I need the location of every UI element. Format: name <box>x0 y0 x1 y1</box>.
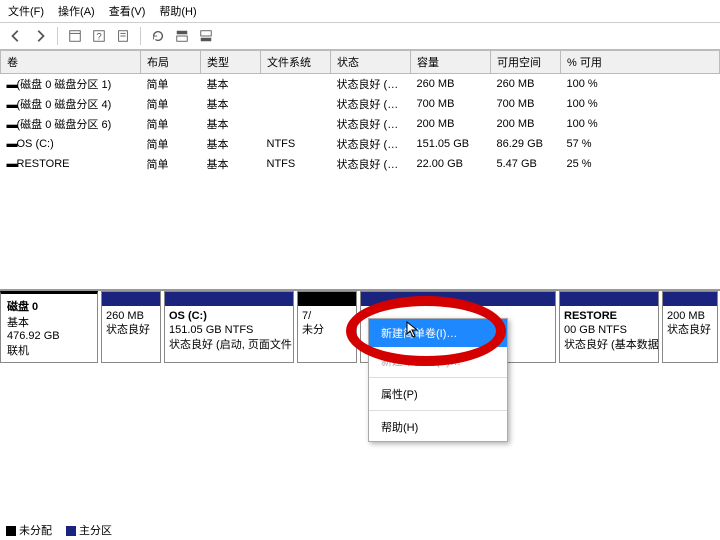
menu-view[interactable]: 查看(V) <box>109 3 146 19</box>
help-icon[interactable]: ? <box>89 26 109 46</box>
ctx-new-simple-volume[interactable]: 新建简单卷(I)… <box>369 319 507 347</box>
col-fs[interactable]: 文件系统 <box>261 51 331 74</box>
volume-table: 卷 布局 类型 文件系统 状态 容量 可用空间 % 可用 ▬(磁盘 0 磁盘分区… <box>0 50 720 174</box>
table-row[interactable]: ▬OS (C:)简单基本NTFS状态良好 (…151.05 GB86.29 GB… <box>1 134 720 154</box>
col-layout[interactable]: 布局 <box>141 51 201 74</box>
partition-block[interactable]: 200 MB状态良好 <box>662 291 718 363</box>
table-row[interactable]: ▬RESTORE简单基本NTFS状态良好 (…22.00 GB5.47 GB25… <box>1 154 720 174</box>
disk-row: 磁盘 0 基本 476.92 GB 联机 260 MB状态良好OS (C:)15… <box>0 291 720 363</box>
separator <box>57 27 58 45</box>
col-volume[interactable]: 卷 <box>1 51 141 74</box>
table-row[interactable]: ▬(磁盘 0 磁盘分区 4)简单基本状态良好 (…700 MB700 MB100… <box>1 94 720 114</box>
partition-block[interactable]: 7/未分 <box>297 291 357 363</box>
col-type[interactable]: 类型 <box>201 51 261 74</box>
view-icon[interactable] <box>65 26 85 46</box>
table-row[interactable]: ▬(磁盘 0 磁盘分区 1)简单基本状态良好 (…260 MB260 MB100… <box>1 74 720 95</box>
disk-status: 联机 <box>7 342 91 358</box>
separator <box>140 27 141 45</box>
ctx-help[interactable]: 帮助(H) <box>369 413 507 441</box>
legend-unallocated: 未分配 <box>6 522 52 538</box>
col-free[interactable]: 可用空间 <box>491 51 561 74</box>
swatch-blue-icon <box>66 526 76 536</box>
menu-action[interactable]: 操作(A) <box>58 3 95 19</box>
list-bottom-icon[interactable] <box>196 26 216 46</box>
ctx-separator <box>369 377 507 378</box>
toolbar: ? <box>0 23 720 50</box>
refresh-icon[interactable] <box>148 26 168 46</box>
context-menu: 新建简单卷(I)… 新建带区卷(T)… 属性(P) 帮助(H) <box>368 318 508 442</box>
disk-label: 磁盘 0 <box>7 298 91 314</box>
disk-size: 476.92 GB <box>7 330 91 342</box>
back-icon[interactable] <box>6 26 26 46</box>
partition-block[interactable]: RESTORE00 GB NTFS状态良好 (基本数据 <box>559 291 659 363</box>
table-header-row: 卷 布局 类型 文件系统 状态 容量 可用空间 % 可用 <box>1 51 720 74</box>
legend-primary: 主分区 <box>66 522 112 538</box>
ctx-separator <box>369 410 507 411</box>
volume-list[interactable]: 卷 布局 类型 文件系统 状态 容量 可用空间 % 可用 ▬(磁盘 0 磁盘分区… <box>0 50 720 290</box>
disk-info[interactable]: 磁盘 0 基本 476.92 GB 联机 <box>0 291 98 363</box>
swatch-black-icon <box>6 526 16 536</box>
svg-text:?: ? <box>96 32 101 43</box>
legend: 未分配 主分区 <box>6 522 112 538</box>
col-pct[interactable]: % 可用 <box>561 51 720 74</box>
menu-bar: 文件(F) 操作(A) 查看(V) 帮助(H) <box>0 0 720 23</box>
col-status[interactable]: 状态 <box>331 51 411 74</box>
col-capacity[interactable]: 容量 <box>411 51 491 74</box>
disk-graphic-panel: 磁盘 0 基本 476.92 GB 联机 260 MB状态良好OS (C:)15… <box>0 290 720 363</box>
list-top-icon[interactable] <box>172 26 192 46</box>
forward-icon[interactable] <box>30 26 50 46</box>
ctx-new-striped-volume: 新建带区卷(T)… <box>369 347 507 375</box>
properties-icon[interactable] <box>113 26 133 46</box>
menu-file[interactable]: 文件(F) <box>8 3 44 19</box>
menu-help[interactable]: 帮助(H) <box>159 3 196 19</box>
partition-block[interactable]: OS (C:)151.05 GB NTFS状态良好 (启动, 页面文件 <box>164 291 294 363</box>
ctx-properties[interactable]: 属性(P) <box>369 380 507 408</box>
partition-block[interactable]: 260 MB状态良好 <box>101 291 161 363</box>
table-row[interactable]: ▬(磁盘 0 磁盘分区 6)简单基本状态良好 (…200 MB200 MB100… <box>1 114 720 134</box>
disk-type: 基本 <box>7 314 91 330</box>
